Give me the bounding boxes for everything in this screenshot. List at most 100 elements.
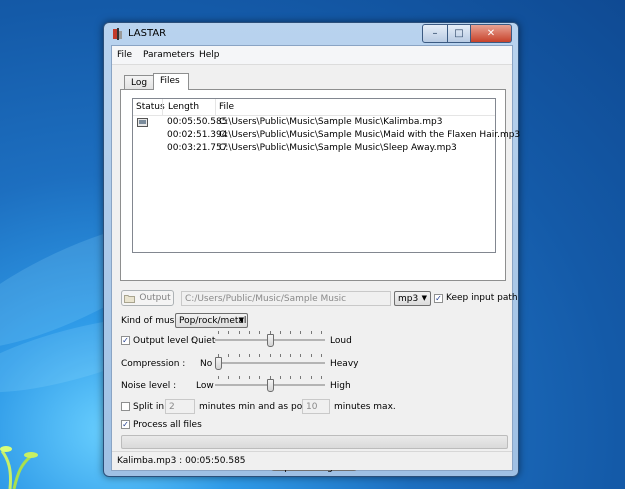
slider-thumb[interactable] xyxy=(215,357,222,370)
slider-tick xyxy=(228,376,229,379)
slider-tick xyxy=(259,331,260,334)
keep-input-path-checkbox[interactable]: ✓ xyxy=(434,294,443,303)
column-separator[interactable] xyxy=(215,99,216,115)
column-file[interactable]: File xyxy=(219,102,234,112)
output-level-label: Output level : xyxy=(133,336,195,346)
compression-max-label: Heavy xyxy=(330,359,359,369)
output-level-min-label: Quiet xyxy=(191,336,216,346)
file-path: C:\Users\Public\Music\Sample Music\Kalim… xyxy=(219,117,443,127)
output-button-label: Output xyxy=(139,293,171,303)
menu-file[interactable]: File xyxy=(117,50,132,60)
file-path: C:\Users\Public\Music\Sample Music\Maid … xyxy=(219,130,521,140)
slider-tick xyxy=(259,354,260,357)
tab-log[interactable]: Log xyxy=(124,75,154,89)
slider-tick xyxy=(280,376,281,379)
app-window: LASTAR – □ ✕ File Parameters Help Log Fi… xyxy=(103,22,520,477)
files-tab-panel: Status Length File 00:05:50.585 C:\Users… xyxy=(120,89,520,281)
noise-level-label: Noise level : xyxy=(121,381,177,391)
column-status[interactable]: Status xyxy=(136,102,165,112)
app-icon xyxy=(113,28,122,40)
slider-tick xyxy=(290,376,291,379)
file-path: C:\Users\Public\Music\Sample Music\Sleep… xyxy=(219,143,457,153)
noise-level-max-label: High xyxy=(330,381,351,391)
slider-tick xyxy=(290,354,291,357)
noise-level-slider[interactable] xyxy=(215,376,325,396)
keep-input-path-label: Keep input path xyxy=(446,293,518,303)
play-icon xyxy=(137,118,148,127)
slider-tick xyxy=(321,331,322,334)
process-all-label: Process all files xyxy=(133,420,202,430)
maximize-icon: □ xyxy=(454,28,464,39)
slider-track[interactable] xyxy=(215,362,325,364)
noise-level-min-label: Low xyxy=(196,381,214,391)
close-button[interactable]: ✕ xyxy=(471,24,512,43)
split-label: Split in xyxy=(133,402,165,412)
slider-thumb[interactable] xyxy=(267,334,274,347)
menu-parameters[interactable]: Parameters xyxy=(143,50,195,60)
output-format-select[interactable]: mp3 ▼ xyxy=(394,291,431,306)
slider-tick xyxy=(321,354,322,357)
folder-icon xyxy=(124,294,136,303)
split-end-text: minutes max. xyxy=(334,402,396,412)
files-list-header: Status Length File xyxy=(133,99,495,116)
compression-label: Compression : xyxy=(121,359,186,369)
slider-tick xyxy=(290,331,291,334)
menu-help[interactable]: Help xyxy=(199,50,220,60)
slider-tick xyxy=(280,331,281,334)
client-area: File Parameters Help Log Files Status Le… xyxy=(111,45,520,473)
menu-bar: File Parameters Help xyxy=(112,46,512,65)
files-list[interactable]: Status Length File 00:05:50.585 C:\Users… xyxy=(132,98,520,253)
title-bar[interactable]: LASTAR – □ ✕ xyxy=(104,23,518,45)
processing-progress-bar xyxy=(121,435,508,449)
split-min-minutes-field[interactable]: 2 xyxy=(165,399,195,414)
minimize-button[interactable]: – xyxy=(422,24,448,43)
desktop-plant-decoration xyxy=(0,446,38,489)
slider-tick xyxy=(321,376,322,379)
output-level-slider[interactable] xyxy=(215,331,325,351)
table-row[interactable]: 00:05:50.585 C:\Users\Public\Music\Sampl… xyxy=(133,117,495,129)
split-max-minutes-field[interactable]: 10 xyxy=(302,399,330,414)
slider-tick xyxy=(249,376,250,379)
compression-slider[interactable] xyxy=(215,354,325,374)
maximize-button[interactable]: □ xyxy=(448,24,471,43)
output-folder-button[interactable]: Output xyxy=(121,290,174,306)
window-title: LASTAR xyxy=(128,28,167,39)
slider-tick xyxy=(300,376,301,379)
output-path-field[interactable]: C:/Users/Public/Music/Sample Music xyxy=(181,291,391,306)
output-level-max-label: Loud xyxy=(330,336,352,346)
table-row[interactable]: 00:02:51.394 C:\Users\Public\Music\Sampl… xyxy=(133,130,520,142)
minimize-icon: – xyxy=(432,28,438,39)
close-icon: ✕ xyxy=(486,28,496,39)
slider-tick xyxy=(311,376,312,379)
status-bar: Kalimba.mp3 : 00:05:50.585 xyxy=(112,451,512,470)
chevron-down-icon: ▼ xyxy=(238,316,244,324)
slider-tick xyxy=(270,354,271,357)
status-bar-text: Kalimba.mp3 : 00:05:50.585 xyxy=(117,456,246,466)
output-format-value: mp3 xyxy=(398,294,419,304)
process-all-checkbox[interactable]: ✓ xyxy=(121,420,130,429)
slider-tick xyxy=(300,331,301,334)
kind-of-music-value: Pop/rock/metal xyxy=(179,316,247,326)
kind-of-music-select[interactable]: Pop/rock/metal ▼ xyxy=(175,313,248,328)
column-separator[interactable] xyxy=(162,99,163,115)
slider-tick xyxy=(228,354,229,357)
slider-tick xyxy=(218,376,219,379)
output-level-checkbox[interactable]: ✓ xyxy=(121,336,130,345)
slider-tick xyxy=(239,331,240,334)
slider-tick xyxy=(300,354,301,357)
slider-tick xyxy=(228,331,229,334)
column-length[interactable]: Length xyxy=(168,102,199,112)
split-checkbox[interactable] xyxy=(121,402,130,411)
slider-tick xyxy=(249,331,250,334)
slider-thumb[interactable] xyxy=(267,379,274,392)
slider-tick xyxy=(249,354,250,357)
tab-files[interactable]: Files xyxy=(153,73,189,90)
slider-tick xyxy=(218,331,219,334)
slider-tick xyxy=(259,376,260,379)
slider-tick xyxy=(239,354,240,357)
chevron-down-icon: ▼ xyxy=(421,294,427,302)
slider-tick xyxy=(239,376,240,379)
slider-tick xyxy=(280,354,281,357)
slider-tick xyxy=(311,331,312,334)
table-row[interactable]: 00:03:21.757 C:\Users\Public\Music\Sampl… xyxy=(133,143,495,155)
